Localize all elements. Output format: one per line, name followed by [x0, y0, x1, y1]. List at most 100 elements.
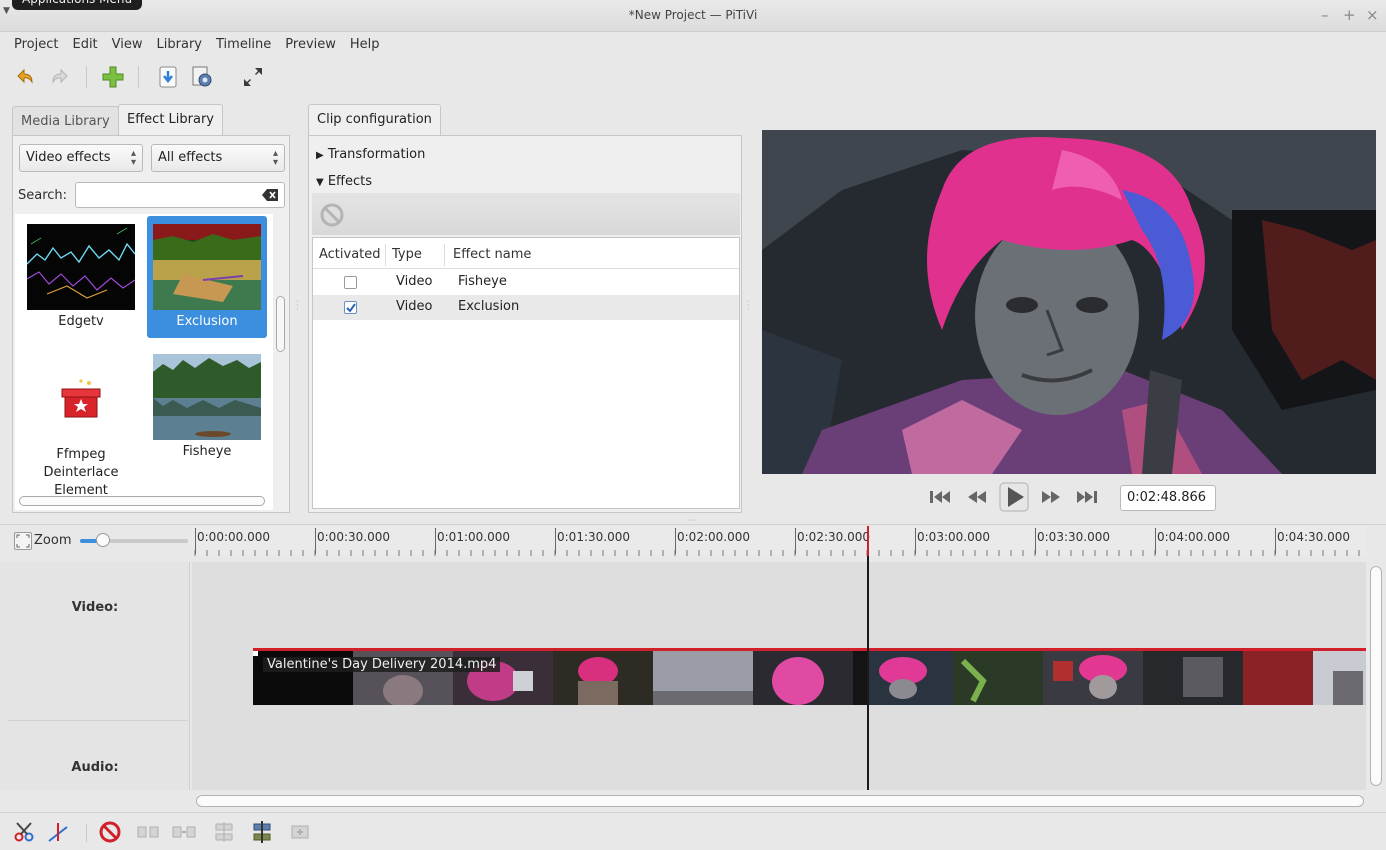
timeline-horizontal-scrollbar[interactable]	[196, 795, 1364, 807]
edgetv-thumbnail	[26, 224, 136, 310]
timecode-field[interactable]: 0:02:48.866	[1120, 485, 1216, 511]
menu-project[interactable]: Project	[0, 32, 64, 52]
combo-arrows-icon: ▴ ▾	[130, 148, 136, 168]
window-title: *New Project — PiTiVi	[628, 8, 758, 22]
effect-library-panel: Video effects ▴ ▾ All effects ▴ ▾ Search: …	[12, 135, 290, 513]
render-settings-icon[interactable]	[187, 62, 217, 92]
tab-effect-library[interactable]: Effect Library	[118, 104, 224, 136]
fast-forward-icon[interactable]	[1036, 480, 1066, 514]
effects-expander[interactable]: ▼ Effects	[316, 174, 372, 189]
table-row[interactable]	[313, 270, 739, 295]
pane-grip[interactable]: ···	[296, 298, 299, 314]
zoom-slider[interactable]	[80, 533, 188, 547]
ungroup-clips-icon[interactable]	[172, 820, 196, 844]
row-effect-name: Fisheye	[458, 274, 507, 289]
video-frame	[762, 130, 1376, 474]
zoom-slider-handle[interactable]	[96, 533, 110, 547]
effect-item-exclusion[interactable]: Exclusion	[147, 216, 267, 338]
zoom-fit-icon[interactable]	[14, 532, 32, 550]
timeline-toolbar	[0, 812, 1386, 850]
ruler-label: 0:02:00.000	[677, 530, 750, 544]
unlink-clips-icon[interactable]	[250, 820, 274, 844]
undo-icon[interactable]	[9, 62, 39, 92]
effect-label: Edgetv	[58, 314, 104, 329]
activated-checkbox[interactable]	[344, 301, 357, 314]
menu-timeline[interactable]: Timeline	[208, 32, 277, 52]
ruler-tick	[1155, 528, 1156, 554]
table-row[interactable]	[313, 295, 739, 320]
split-clip-icon[interactable]	[12, 820, 36, 844]
menu-view[interactable]: View	[104, 32, 149, 52]
search-input[interactable]	[75, 182, 285, 208]
redo-icon[interactable]	[46, 62, 76, 92]
maximize-button[interactable]: +	[1343, 6, 1356, 24]
fullscreen-icon[interactable]	[238, 62, 268, 92]
ruler-tick	[195, 528, 196, 554]
ruler-tick	[675, 528, 676, 554]
effect-label: Fisheye	[182, 444, 232, 459]
ruler-tick	[915, 528, 916, 554]
zoom-label: Zoom	[34, 533, 72, 548]
ruler-label: 0:01:00.000	[437, 530, 510, 544]
video-clip[interactable]: Valentine's Day Delivery 2014.mp4	[253, 648, 1366, 705]
playhead[interactable]	[867, 526, 869, 790]
category-combo[interactable]: Video effects ▴ ▾	[19, 144, 143, 172]
ruler-label: 0:00:30.000	[317, 530, 390, 544]
effect-label: Ffmpeg Deinterlace Element	[43, 447, 119, 498]
ruler-tick	[435, 528, 436, 554]
link-clips-icon[interactable]	[212, 820, 236, 844]
ruler-label: 0:01:30.000	[557, 530, 630, 544]
import-media-icon[interactable]	[98, 62, 128, 92]
play-button[interactable]	[996, 480, 1032, 514]
filter-combo-value: All effects	[158, 150, 223, 165]
video-viewer[interactable]	[762, 130, 1376, 474]
tab-clip-configuration[interactable]: Clip configuration	[308, 104, 441, 136]
delete-clip-icon[interactable]	[98, 820, 122, 844]
scrollbar-thumb[interactable]	[276, 296, 285, 352]
column-divider	[385, 244, 386, 266]
menu-preview[interactable]: Preview	[277, 32, 342, 52]
ruler-tick	[1035, 528, 1036, 554]
gift-box-icon	[27, 356, 135, 442]
menu-edit[interactable]: Edit	[64, 32, 103, 52]
transformation-label: Transformation	[327, 147, 426, 162]
effect-label: Exclusion	[176, 314, 238, 329]
audio-track-label: Audio:	[71, 760, 119, 775]
effect-item-edgetv[interactable]: Edgetv	[21, 218, 141, 336]
effect-item-fisheye[interactable]: Fisheye	[147, 348, 267, 468]
add-keyframe-icon[interactable]	[46, 820, 70, 844]
rewind-icon[interactable]	[962, 480, 992, 514]
align-clips-icon[interactable]	[288, 820, 312, 844]
clear-search-icon[interactable]	[262, 189, 278, 201]
timeline-vertical-scrollbar[interactable]	[1370, 566, 1382, 786]
menu-help[interactable]: Help	[342, 32, 386, 52]
row-type: Video	[396, 299, 433, 314]
transformation-expander[interactable]: ▶ Transformation	[316, 147, 425, 162]
close-button[interactable]: ×	[1366, 6, 1379, 24]
activated-checkbox[interactable]	[344, 276, 357, 289]
go-to-end-icon[interactable]	[1072, 480, 1102, 514]
column-type[interactable]: Type	[392, 241, 422, 269]
group-clips-icon[interactable]	[136, 820, 160, 844]
category-combo-value: Video effects	[26, 150, 111, 165]
search-label: Search:	[18, 188, 68, 203]
minimize-button[interactable]: –	[1321, 6, 1329, 24]
ruler-label: 0:03:30.000	[1037, 530, 1110, 544]
effects-vertical-scrollbar[interactable]	[275, 214, 287, 494]
column-effect-name[interactable]: Effect name	[453, 241, 531, 269]
menu-library[interactable]: Library	[149, 32, 208, 52]
effect-item-ffmpeg-deinterlace[interactable]: Ffmpeg Deinterlace Element	[21, 350, 141, 500]
playhead-marker	[867, 526, 869, 556]
save-icon[interactable]	[153, 62, 183, 92]
track-headers	[0, 562, 190, 790]
tab-media-library[interactable]: Media Library	[12, 106, 119, 136]
go-to-start-icon[interactable]	[925, 480, 955, 514]
column-activated[interactable]: Activated	[319, 241, 381, 269]
clip-handle[interactable]	[253, 651, 258, 656]
pane-grip[interactable]: ···	[747, 298, 750, 314]
filter-combo[interactable]: All effects ▴ ▾	[151, 144, 285, 172]
ruler-tick	[555, 528, 556, 554]
fisheye-thumbnail	[153, 354, 261, 440]
effects-horizontal-scrollbar[interactable]	[19, 496, 265, 506]
remove-effect-icon[interactable]	[320, 203, 344, 227]
